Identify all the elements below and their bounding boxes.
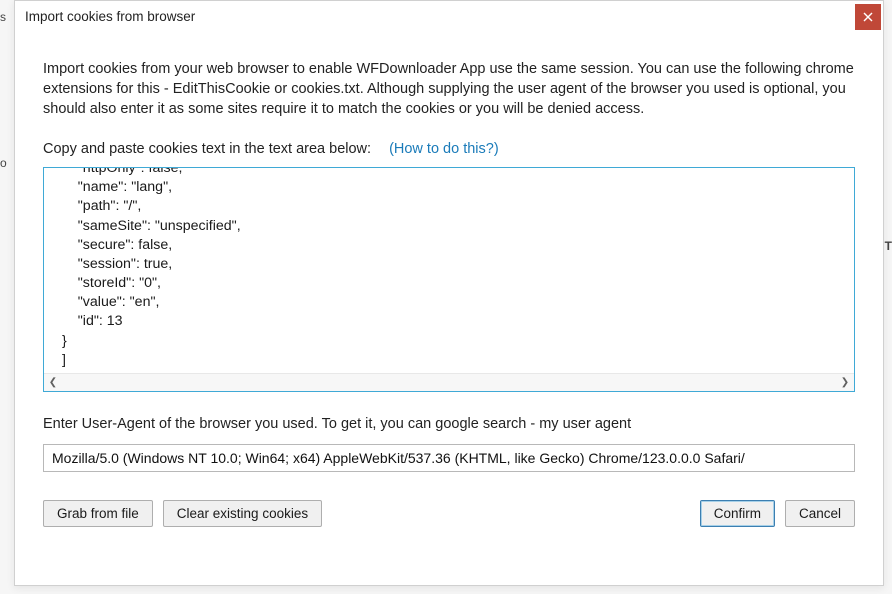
close-button[interactable] bbox=[855, 4, 881, 30]
cookies-label: Copy and paste cookies text in the text … bbox=[43, 141, 371, 157]
titlebar: Import cookies from browser bbox=[15, 1, 883, 31]
bg-letter: o bbox=[0, 156, 7, 170]
horizontal-scrollbar[interactable]: ❮ ❯ bbox=[44, 373, 854, 391]
user-agent-label: Enter User-Agent of the browser you used… bbox=[43, 416, 855, 432]
grab-from-file-button[interactable]: Grab from file bbox=[43, 500, 153, 527]
scroll-track[interactable] bbox=[62, 374, 836, 391]
cookies-textarea-container: "httpOnly": false, "name": "lang", "path… bbox=[43, 167, 855, 392]
dialog-title: Import cookies from browser bbox=[25, 9, 195, 24]
scroll-left-icon[interactable]: ❮ bbox=[44, 374, 62, 392]
button-row: Grab from file Clear existing cookies Co… bbox=[43, 500, 855, 527]
bg-letter: T bbox=[885, 239, 892, 253]
dialog-body: Import cookies from your web browser to … bbox=[15, 31, 883, 545]
scroll-right-icon[interactable]: ❯ bbox=[836, 374, 854, 392]
cookies-label-row: Copy and paste cookies text in the text … bbox=[43, 141, 855, 157]
import-cookies-dialog: Import cookies from browser Import cooki… bbox=[14, 0, 884, 586]
cookies-textarea[interactable]: "httpOnly": false, "name": "lang", "path… bbox=[44, 168, 854, 373]
clear-existing-cookies-button[interactable]: Clear existing cookies bbox=[163, 500, 322, 527]
close-icon bbox=[863, 12, 873, 22]
how-to-link[interactable]: (How to do this?) bbox=[389, 141, 499, 157]
user-agent-input[interactable] bbox=[43, 444, 855, 472]
bg-letter: s bbox=[0, 10, 6, 24]
cancel-button[interactable]: Cancel bbox=[785, 500, 855, 527]
confirm-button[interactable]: Confirm bbox=[700, 500, 775, 527]
intro-text: Import cookies from your web browser to … bbox=[43, 59, 855, 119]
